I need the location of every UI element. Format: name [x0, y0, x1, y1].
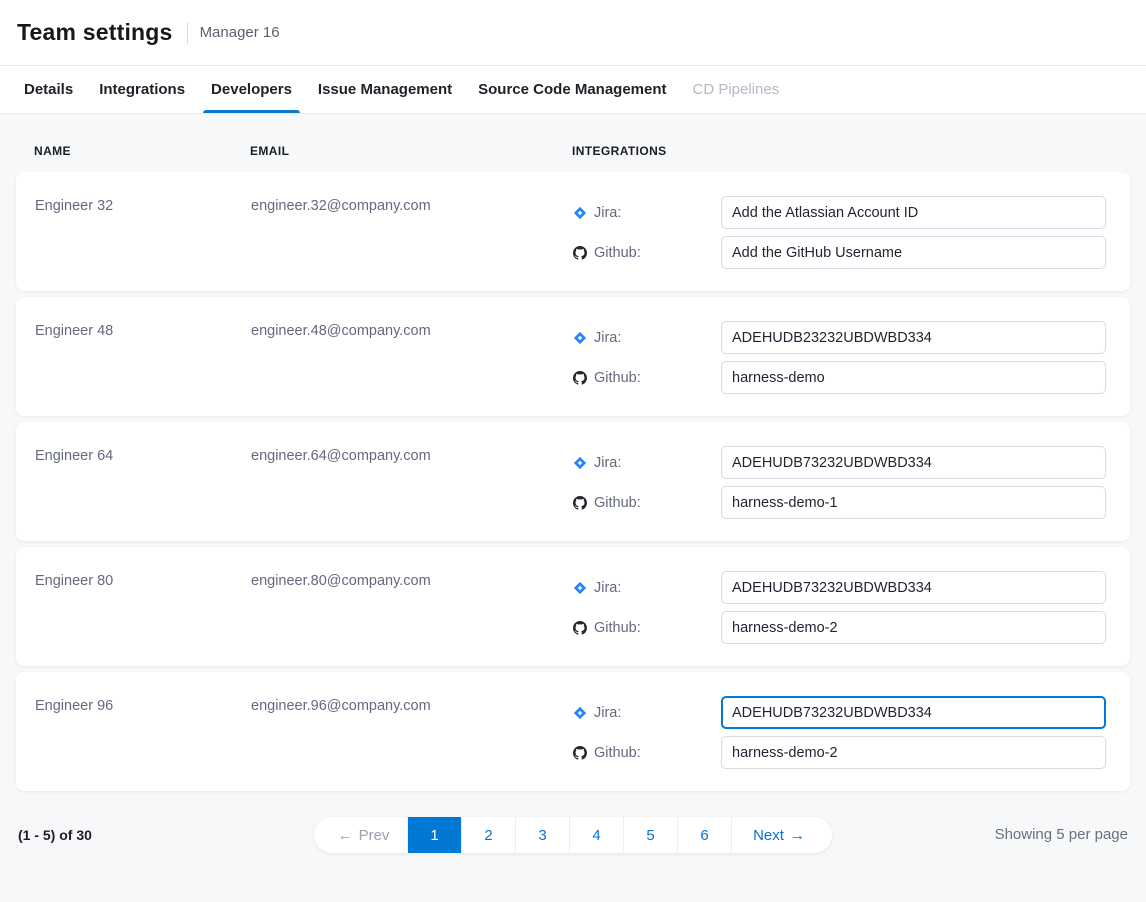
- per-page-text: Showing 5 per page: [995, 826, 1128, 843]
- github-label: Github:: [573, 745, 721, 761]
- tab-issue-management[interactable]: Issue Management: [318, 66, 452, 113]
- left-arrow-icon: ←: [338, 827, 353, 844]
- column-header-name: NAME: [34, 144, 250, 158]
- developer-name: Engineer 48: [35, 321, 251, 394]
- tab-cd-pipelines: CD Pipelines: [693, 66, 780, 113]
- github-username-input[interactable]: [721, 486, 1106, 519]
- github-icon: [573, 371, 587, 385]
- table-row: Engineer 96 engineer.96@company.com Jira…: [16, 672, 1130, 791]
- jira-icon: [573, 581, 587, 595]
- developer-name: Engineer 96: [35, 696, 251, 769]
- github-icon: [573, 621, 587, 635]
- right-arrow-icon: →: [790, 827, 805, 844]
- developer-name: Engineer 80: [35, 571, 251, 644]
- tab-source-code-management[interactable]: Source Code Management: [478, 66, 666, 113]
- jira-label: Jira:: [573, 455, 721, 471]
- github-label: Github:: [573, 495, 721, 511]
- table-row: Engineer 64 engineer.64@company.com Jira…: [16, 422, 1130, 541]
- jira-label: Jira:: [573, 580, 721, 596]
- jira-account-input[interactable]: [721, 571, 1106, 604]
- github-username-input[interactable]: [721, 736, 1106, 769]
- jira-icon: [573, 706, 587, 720]
- jira-icon: [573, 331, 587, 345]
- page-title: Team settings: [17, 19, 173, 46]
- pagination-controls: ← Prev 1 2 3 4 5 6 Next →: [314, 817, 832, 853]
- jira-account-input[interactable]: [721, 196, 1106, 229]
- pagination-bar: (1 - 5) of 30 ← Prev 1 2 3 4 5 6 Next → …: [16, 817, 1130, 889]
- developer-email: engineer.96@company.com: [251, 696, 573, 769]
- developer-email: engineer.80@company.com: [251, 571, 573, 644]
- page-button-5[interactable]: 5: [624, 817, 678, 853]
- developer-name: Engineer 32: [35, 196, 251, 269]
- page-header: Team settings Manager 16: [0, 0, 1146, 66]
- github-username-input[interactable]: [721, 236, 1106, 269]
- page-button-1[interactable]: 1: [408, 817, 462, 853]
- next-page-button[interactable]: Next →: [732, 817, 832, 853]
- github-icon: [573, 246, 587, 260]
- github-icon: [573, 746, 587, 760]
- tab-integrations[interactable]: Integrations: [99, 66, 185, 113]
- tab-details[interactable]: Details: [24, 66, 73, 113]
- jira-label: Jira:: [573, 330, 721, 346]
- jira-label: Jira:: [573, 705, 721, 721]
- tab-developers[interactable]: Developers: [211, 66, 292, 113]
- table-header-row: NAME EMAIL INTEGRATIONS: [16, 114, 1130, 172]
- jira-account-input[interactable]: [721, 446, 1106, 479]
- jira-label: Jira:: [573, 205, 721, 221]
- table-row: Engineer 48 engineer.48@company.com Jira…: [16, 297, 1130, 416]
- developer-email: engineer.64@company.com: [251, 446, 573, 519]
- github-username-input[interactable]: [721, 611, 1106, 644]
- page-button-3[interactable]: 3: [516, 817, 570, 853]
- developer-email: engineer.48@company.com: [251, 321, 573, 394]
- developer-name: Engineer 64: [35, 446, 251, 519]
- title-divider: [187, 22, 188, 44]
- page-subtitle: Manager 16: [200, 24, 280, 41]
- github-label: Github:: [573, 620, 721, 636]
- tab-bar: Details Integrations Developers Issue Ma…: [0, 66, 1146, 114]
- prev-page-button[interactable]: ← Prev: [314, 817, 408, 853]
- jira-icon: [573, 456, 587, 470]
- developer-email: engineer.32@company.com: [251, 196, 573, 269]
- jira-account-input[interactable]: [721, 321, 1106, 354]
- column-header-email: EMAIL: [250, 144, 572, 158]
- column-header-integrations: INTEGRATIONS: [572, 144, 1130, 158]
- github-username-input[interactable]: [721, 361, 1106, 394]
- github-label: Github:: [573, 245, 721, 261]
- page-button-4[interactable]: 4: [570, 817, 624, 853]
- pagination-range-text: (1 - 5) of 30: [18, 827, 92, 843]
- github-icon: [573, 496, 587, 510]
- page-button-2[interactable]: 2: [462, 817, 516, 853]
- jira-account-input-focused[interactable]: [721, 696, 1106, 729]
- developers-table: NAME EMAIL INTEGRATIONS Engineer 32 engi…: [0, 114, 1146, 902]
- page-button-6[interactable]: 6: [678, 817, 732, 853]
- github-label: Github:: [573, 370, 721, 386]
- jira-icon: [573, 206, 587, 220]
- table-row: Engineer 32 engineer.32@company.com Jira…: [16, 172, 1130, 291]
- table-row: Engineer 80 engineer.80@company.com Jira…: [16, 547, 1130, 666]
